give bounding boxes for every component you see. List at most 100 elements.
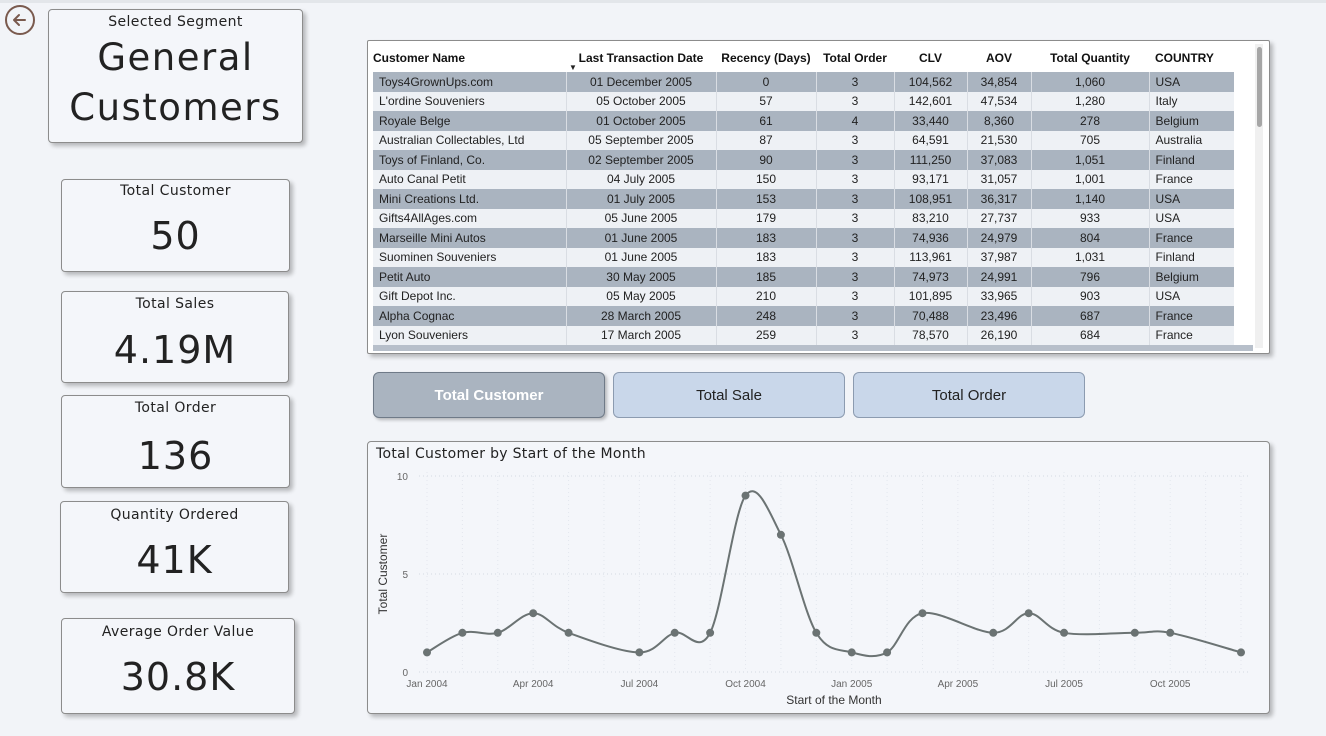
table-row[interactable]: Gift Depot Inc. 05 May 2005 210 3 101,895 33,… [373,286,1234,306]
table-cell: 87 [716,130,817,150]
table-cell: 142,601 [894,91,968,111]
table-row[interactable]: Suominen Souveniers 01 June 2005 183 3 113,9… [373,247,1234,267]
table-cell: 101,895 [894,286,968,306]
series-line [426,490,1242,658]
table-cell: 27,737 [967,208,1032,228]
table-cell: 933 [1031,208,1150,228]
table-row[interactable]: Marseille Mini Autos 01 June 2005 183 3 74,9… [373,228,1234,248]
table-cell: 3 [816,306,895,326]
header-clv[interactable]: CLV [894,44,967,72]
table-row[interactable]: Auto Canal Petit 04 July 2005 150 3 93,171 31… [373,169,1234,189]
table-cell: USA [1149,72,1234,92]
table-cell: 47,534 [967,91,1032,111]
table-cell: 33,440 [894,111,968,131]
table-cell: 0 [716,72,817,92]
table-row[interactable]: Toys4GrownUps.com 01 December 2005 0 3 104,5… [373,72,1234,92]
back-button[interactable] [5,5,35,35]
kpi-label: Total Sales [135,296,215,312]
table-cell: 26,190 [967,325,1032,345]
table-cell: 3 [816,91,895,111]
table-cell: 74,936 [894,228,968,248]
data-point [1166,628,1175,637]
header-label: Last Transaction Date [578,51,704,65]
data-point [847,648,856,657]
table-row[interactable]: L'ordine Souveniers 05 October 2005 57 3 142… [373,91,1234,111]
data-point [564,628,573,637]
table-cell: 61 [716,111,817,131]
header-total-quantity[interactable]: Total Quantity [1031,44,1149,72]
top-border [0,0,1326,3]
table-cell: 150 [716,169,817,189]
header-aov[interactable]: AOV [967,44,1031,72]
kpi-total-customer: Total Customer 50 [61,179,290,272]
table-cell: France [1149,228,1234,248]
table-row[interactable]: Alpha Cognac 28 March 2005 248 3 70,488 23,49… [373,306,1234,326]
table-cell: 3 [816,267,895,287]
x-tick-label: Jul 2005 [1045,679,1083,690]
table-cell: 3 [816,72,895,92]
table-cell: 05 June 2005 [566,208,717,228]
table-row[interactable]: Gifts4AllAges.com 05 June 2005 179 3 83,210 2… [373,208,1234,228]
table-cell: 153 [716,189,817,209]
total-customer-button[interactable]: Total Customer [373,372,605,418]
table-cell: France [1149,306,1234,326]
header-last-transaction-date[interactable]: ▼ Last Transaction Date [566,44,716,72]
kpi-value: 136 [137,434,214,478]
kpi-average-order-value: Average Order Value 30.8K [61,618,295,714]
table-scrollbar-thumb[interactable] [1257,47,1262,127]
table-cell: 1,280 [1031,91,1150,111]
kpi-total-sales: Total Sales 4.19M [61,291,289,383]
table-cell: 33,965 [967,286,1032,306]
header-recency[interactable]: Recency (Days) [716,44,816,72]
header-country[interactable]: COUNTRY [1149,44,1234,72]
kpi-value: 50 [150,214,201,258]
x-tick-label: Apr 2004 [513,679,554,690]
table-cell: Auto Canal Petit [373,169,567,189]
table-cell: Toys4GrownUps.com [373,72,567,92]
data-point [883,648,892,657]
segment-name-line1: General [97,36,254,79]
data-point [706,628,715,637]
customer-table: Customer Name ▼ Last Transaction Date Re… [367,40,1270,354]
table-cell: USA [1149,189,1234,209]
table-row[interactable]: Toys of Finland, Co. 02 September 2005 90 3… [373,150,1234,170]
table-cell: 37,987 [967,247,1032,267]
table-cell: 05 October 2005 [566,91,717,111]
table-cell: 70,488 [894,306,968,326]
kpi-label: Average Order Value [101,624,255,640]
table-cell: 24,991 [967,267,1032,287]
table-cell: 185 [716,267,817,287]
table-row[interactable]: Petit Auto 30 May 2005 185 3 74,973 24,991 796… [373,267,1234,287]
x-tick-label: Jul 2004 [620,679,658,690]
table-cell: 8,360 [967,111,1032,131]
table-cell: 1,051 [1031,150,1150,170]
table-cell: 3 [816,130,895,150]
table-cell: 248 [716,306,817,326]
kpi-quantity-ordered: Quantity Ordered 41K [60,501,289,593]
table-cell: 113,961 [894,247,968,267]
data-point [670,628,679,637]
total-order-button[interactable]: Total Order [853,372,1085,418]
table-row[interactable]: Lyon Souveniers 17 March 2005 259 3 78,570 26… [373,325,1234,345]
table-cell: 64,591 [894,130,968,150]
data-point [812,628,821,637]
table-cell: 01 July 2005 [566,189,717,209]
table-next-row-edge [373,345,1253,351]
header-customer-name[interactable]: Customer Name [373,44,566,72]
table-cell: 1,031 [1031,247,1150,267]
table-cell: 108,951 [894,189,968,209]
table-row[interactable]: Mini Creations Ltd. 01 July 2005 153 3 108,9… [373,189,1234,209]
selected-segment-label: Selected Segment [108,14,243,30]
table-cell: Mini Creations Ltd. [373,189,567,209]
table-cell: 1,060 [1031,72,1150,92]
table-cell: 1,140 [1031,189,1150,209]
table-cell: 903 [1031,286,1150,306]
table-row[interactable]: Australian Collectables, Ltd 05 September… [373,130,1234,150]
header-total-order[interactable]: Total Order [816,44,894,72]
table-cell: Belgium [1149,267,1234,287]
table-cell: Royale Belge [373,111,567,131]
total-sale-button[interactable]: Total Sale [613,372,845,418]
table-row[interactable]: Royale Belge 01 October 2005 61 4 33,440 8,36… [373,111,1234,131]
table-cell: 183 [716,228,817,248]
line-chart-card: Total Customer by Start of the Month 051… [367,441,1270,714]
